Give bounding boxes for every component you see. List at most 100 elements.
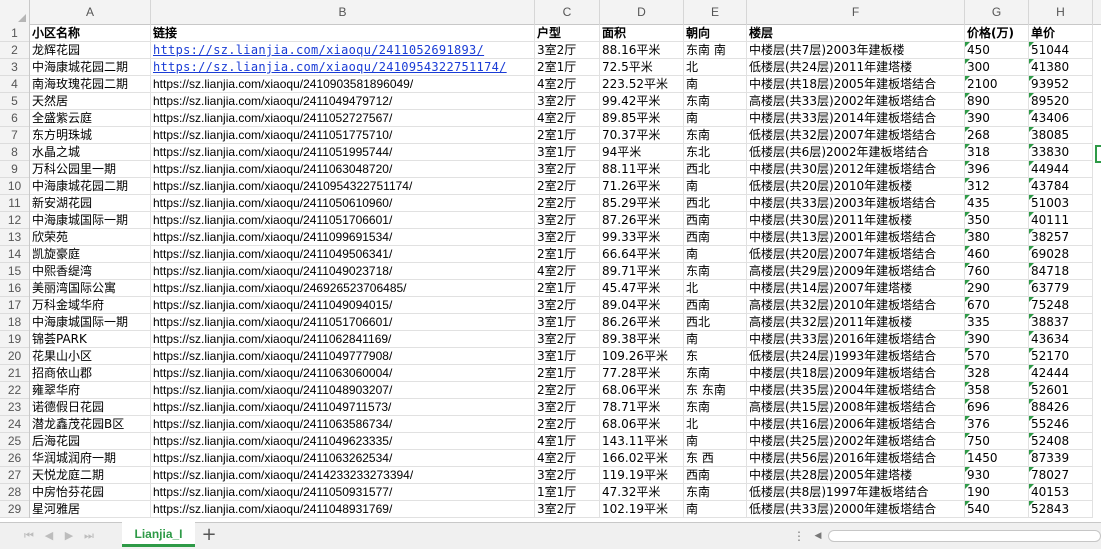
cell-area[interactable]: 78.71平米	[600, 399, 684, 416]
cell-layout[interactable]: 3室2厅	[535, 501, 600, 518]
cell-price[interactable]: 2100	[965, 76, 1029, 93]
cell-link[interactable]: https://sz.lianjia.com/xiaoqu/2411052691…	[151, 42, 535, 59]
cell-link[interactable]: https://sz.lianjia.com/xiaoqu/2411051706…	[151, 212, 535, 229]
cell-price[interactable]: 570	[965, 348, 1029, 365]
row-number[interactable]: 17	[0, 297, 29, 314]
first-sheet-icon[interactable]: ⏮	[22, 529, 36, 543]
cell-orientation[interactable]: 东北	[684, 144, 747, 161]
cell-price[interactable]: 335	[965, 314, 1029, 331]
cell-area[interactable]: 99.33平米	[600, 229, 684, 246]
cell-price[interactable]: 760	[965, 263, 1029, 280]
row-number[interactable]: 3	[0, 59, 29, 76]
cell-price[interactable]: 376	[965, 416, 1029, 433]
cell-layout[interactable]: 4室2厅	[535, 76, 600, 93]
last-sheet-icon[interactable]: ⏭	[82, 529, 96, 543]
cell-link[interactable]: https://sz.lianjia.com/xiaoqu/2411052727…	[151, 110, 535, 127]
cell-link[interactable]: https://sz.lianjia.com/xiaoqu/2411063586…	[151, 416, 535, 433]
cell-unit-price[interactable]: 51003	[1029, 195, 1093, 212]
cell-link[interactable]: https://sz.lianjia.com/xiaoqu/2469265237…	[151, 280, 535, 297]
cell-orientation[interactable]: 南	[684, 501, 747, 518]
cell-orientation[interactable]: 西南	[684, 212, 747, 229]
cell-floor[interactable]: 低楼层(共32层)2007年建板塔结合	[747, 127, 965, 144]
header-cell-price[interactable]: 价格(万)	[965, 25, 1029, 42]
cell-link[interactable]: https://sz.lianjia.com/xiaoqu/2414233233…	[151, 467, 535, 484]
cell-price[interactable]: 435	[965, 195, 1029, 212]
cell-area[interactable]: 85.29平米	[600, 195, 684, 212]
cell-layout[interactable]: 4室2厅	[535, 110, 600, 127]
cell-floor[interactable]: 中楼层(共30层)2012年建板塔结合	[747, 161, 965, 178]
cell-area[interactable]: 102.19平米	[600, 501, 684, 518]
cell-floor[interactable]: 高楼层(共33层)2002年建板塔结合	[747, 93, 965, 110]
cell-floor[interactable]: 中楼层(共25层)2002年建板塔结合	[747, 433, 965, 450]
cell-orientation[interactable]: 东南	[684, 399, 747, 416]
cell-area[interactable]: 87.26平米	[600, 212, 684, 229]
cell-link[interactable]: https://sz.lianjia.com/xiaoqu/2410903581…	[151, 76, 535, 93]
cell-floor[interactable]: 高楼层(共29层)2009年建板塔结合	[747, 263, 965, 280]
cell-layout[interactable]: 3室1厅	[535, 314, 600, 331]
cell-unit-price[interactable]: 78027	[1029, 467, 1093, 484]
cell-unit-price[interactable]: 43406	[1029, 110, 1093, 127]
cell-layout[interactable]: 3室2厅	[535, 467, 600, 484]
row-number[interactable]: 20	[0, 348, 29, 365]
cell-floor[interactable]: 高楼层(共32层)2010年建板塔结合	[747, 297, 965, 314]
cell-price[interactable]: 390	[965, 331, 1029, 348]
cell-link[interactable]: https://sz.lianjia.com/xiaoqu/2411051775…	[151, 127, 535, 144]
header-cell-layout[interactable]: 户型	[535, 25, 600, 42]
cell-link[interactable]: https://sz.lianjia.com/xiaoqu/2411049711…	[151, 399, 535, 416]
cell-orientation[interactable]: 南	[684, 76, 747, 93]
cell-name[interactable]: 中房怡芬花园	[30, 484, 151, 501]
cell-layout[interactable]: 3室2厅	[535, 399, 600, 416]
cell-area[interactable]: 109.26平米	[600, 348, 684, 365]
cell-name[interactable]: 凯旋豪庭	[30, 246, 151, 263]
cell-area[interactable]: 89.38平米	[600, 331, 684, 348]
cell-layout[interactable]: 3室2厅	[535, 161, 600, 178]
row-number[interactable]: 22	[0, 382, 29, 399]
cell-layout[interactable]: 3室2厅	[535, 42, 600, 59]
row-number[interactable]: 4	[0, 76, 29, 93]
cell-link[interactable]: https://sz.lianjia.com/xiaoqu/2411048903…	[151, 382, 535, 399]
cell-unit-price[interactable]: 69028	[1029, 246, 1093, 263]
next-sheet-icon[interactable]: ▶	[62, 529, 76, 543]
cell-orientation[interactable]: 东 西	[684, 450, 747, 467]
cell-unit-price[interactable]: 40111	[1029, 212, 1093, 229]
cell-orientation[interactable]: 北	[684, 59, 747, 76]
cell-area[interactable]: 89.04平米	[600, 297, 684, 314]
row-number[interactable]: 18	[0, 314, 29, 331]
cell-floor[interactable]: 低楼层(共24层)2011年建塔楼	[747, 59, 965, 76]
cell-price[interactable]: 312	[965, 178, 1029, 195]
row-number[interactable]: 6	[0, 110, 29, 127]
cell-floor[interactable]: 低楼层(共20层)2007年建板塔结合	[747, 246, 965, 263]
column-header-h[interactable]: H	[1029, 0, 1093, 25]
cell-floor[interactable]: 低楼层(共8层)1997年建板塔结合	[747, 484, 965, 501]
cell-floor[interactable]: 低楼层(共20层)2010年建板楼	[747, 178, 965, 195]
cell-area[interactable]: 88.16平米	[600, 42, 684, 59]
cell-layout[interactable]: 2室1厅	[535, 59, 600, 76]
cell-floor[interactable]: 中楼层(共30层)2011年建板楼	[747, 212, 965, 229]
row-number[interactable]: 14	[0, 246, 29, 263]
cell-unit-price[interactable]: 63779	[1029, 280, 1093, 297]
scrollbar-thumb[interactable]	[828, 530, 1101, 542]
cell-orientation[interactable]: 东南	[684, 93, 747, 110]
cell-name[interactable]: 花果山小区	[30, 348, 151, 365]
cell-orientation[interactable]: 西北	[684, 314, 747, 331]
cell-link[interactable]: https://sz.lianjia.com/xiaoqu/2411049777…	[151, 348, 535, 365]
cell-layout[interactable]: 2室1厅	[535, 280, 600, 297]
row-number[interactable]: 2	[0, 42, 29, 59]
cell-floor[interactable]: 中楼层(共18层)2005年建板塔结合	[747, 76, 965, 93]
cell-orientation[interactable]: 南	[684, 331, 747, 348]
column-header-e[interactable]: E	[684, 0, 747, 25]
cell-layout[interactable]: 3室1厅	[535, 348, 600, 365]
cell-name[interactable]: 万科金域华府	[30, 297, 151, 314]
cell-area[interactable]: 70.37平米	[600, 127, 684, 144]
cell-floor[interactable]: 中楼层(共16层)2006年建板塔结合	[747, 416, 965, 433]
cell-layout[interactable]: 3室2厅	[535, 93, 600, 110]
cell-orientation[interactable]: 西南	[684, 467, 747, 484]
row-number[interactable]: 13	[0, 229, 29, 246]
cell-price[interactable]: 540	[965, 501, 1029, 518]
cell-area[interactable]: 99.42平米	[600, 93, 684, 110]
row-number[interactable]: 23	[0, 399, 29, 416]
cell-name[interactable]: 天然居	[30, 93, 151, 110]
cell-name[interactable]: 龙辉花园	[30, 42, 151, 59]
cell-price[interactable]: 268	[965, 127, 1029, 144]
row-number[interactable]: 21	[0, 365, 29, 382]
